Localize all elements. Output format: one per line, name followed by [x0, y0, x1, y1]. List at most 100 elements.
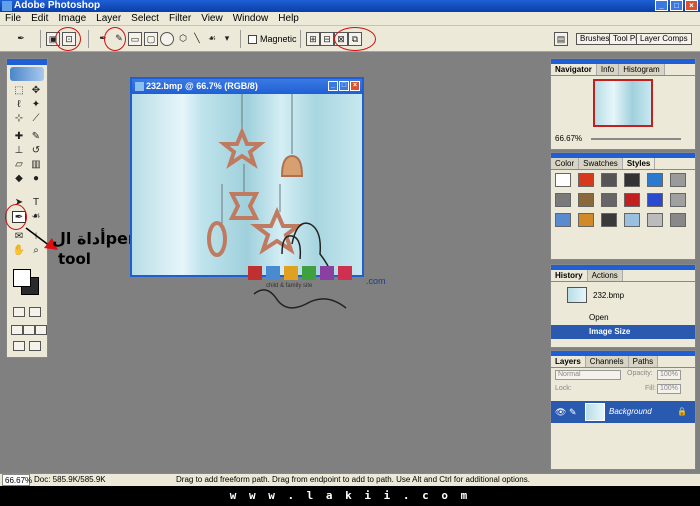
style-swatch[interactable]: [578, 213, 594, 227]
move-tool-icon[interactable]: ✥: [29, 85, 43, 97]
layer-comps-well[interactable]: Layer Comps: [636, 33, 692, 45]
maximize-button[interactable]: □: [670, 0, 683, 11]
menu-file[interactable]: File: [0, 12, 26, 25]
history-brush-icon[interactable]: ↺: [29, 145, 43, 157]
document-maximize-button[interactable]: □: [339, 81, 349, 91]
crop-tool-icon[interactable]: ⊹: [12, 113, 26, 125]
opacity-input[interactable]: 100%: [657, 370, 681, 380]
custom-shape-icon[interactable]: ☙: [205, 32, 219, 46]
polygon-icon[interactable]: ⬡: [176, 32, 190, 46]
blend-mode-select[interactable]: Normal: [555, 370, 621, 380]
healing-brush-icon[interactable]: ✚: [12, 131, 26, 143]
history-item-image-size[interactable]: Image Size: [551, 325, 695, 339]
tab-histogram[interactable]: Histogram: [619, 64, 665, 75]
dodge-tool-icon[interactable]: ●: [29, 173, 43, 185]
clone-stamp-icon[interactable]: ⊥: [12, 145, 26, 157]
pen-tool-preset-icon[interactable]: ✒: [14, 32, 28, 46]
imageready-jump-icon[interactable]: [13, 341, 25, 351]
screen-mode-standard-icon[interactable]: [11, 325, 23, 335]
tab-info[interactable]: Info: [596, 64, 620, 75]
menu-select[interactable]: Select: [126, 12, 164, 25]
brushes-well[interactable]: Brushes: [576, 33, 614, 45]
navigator-thumbnail[interactable]: [593, 79, 653, 127]
magnetic-option[interactable]: Magnetic: [248, 34, 297, 44]
gradient-tool-icon[interactable]: ▥: [29, 159, 43, 171]
tab-color[interactable]: Color: [551, 158, 580, 169]
marquee-tool-icon[interactable]: ⬚: [12, 85, 26, 97]
menu-edit[interactable]: Edit: [26, 12, 53, 25]
style-swatch[interactable]: [555, 193, 571, 207]
magic-wand-icon[interactable]: ✦: [29, 99, 43, 111]
check-icon[interactable]: [29, 341, 41, 351]
tab-layers[interactable]: Layers: [551, 356, 586, 367]
ellipse-icon[interactable]: [160, 32, 174, 46]
rectangle-icon[interactable]: ▭: [128, 32, 142, 46]
lasso-tool-icon[interactable]: ℓ: [12, 99, 26, 111]
document-minimize-button[interactable]: _: [328, 81, 338, 91]
style-swatch[interactable]: [555, 213, 571, 227]
style-swatch[interactable]: [601, 193, 617, 207]
toolbox-grip[interactable]: [7, 59, 47, 65]
minimize-button[interactable]: _: [655, 0, 668, 11]
line-icon[interactable]: ╲: [190, 32, 204, 46]
style-swatch[interactable]: [624, 213, 640, 227]
magnetic-checkbox[interactable]: [248, 34, 257, 44]
standard-mode-icon[interactable]: [13, 307, 25, 317]
layer-visibility-eye-icon[interactable]: 👁: [555, 407, 566, 418]
tab-actions[interactable]: Actions: [587, 270, 623, 281]
menu-view[interactable]: View: [196, 12, 228, 25]
tab-channels[interactable]: Channels: [585, 356, 629, 367]
status-zoom-input[interactable]: 66.67%: [2, 474, 32, 486]
eraser-tool-icon[interactable]: ▱: [12, 159, 26, 171]
style-swatch[interactable]: [670, 173, 686, 187]
menu-filter[interactable]: Filter: [164, 12, 196, 25]
quick-mask-icon[interactable]: [29, 307, 41, 317]
screen-mode-full-icon[interactable]: [35, 325, 47, 335]
lock-label: Lock:: [555, 385, 572, 392]
style-swatch[interactable]: [647, 173, 663, 187]
brush-tool-icon[interactable]: ✎: [29, 131, 43, 143]
blur-tool-icon[interactable]: ◆: [12, 173, 26, 185]
style-swatch[interactable]: [624, 193, 640, 207]
document-title-bar[interactable]: 232.bmp @ 66.7% (RGB/8) _ □ ×: [132, 79, 362, 94]
tab-history[interactable]: History: [551, 270, 588, 281]
style-swatch[interactable]: [670, 213, 686, 227]
tab-paths[interactable]: Paths: [628, 356, 659, 367]
menu-window[interactable]: Window: [228, 12, 274, 25]
menu-help[interactable]: Help: [273, 12, 304, 25]
file-browser-icon[interactable]: ▤: [554, 32, 568, 46]
style-swatch[interactable]: [647, 213, 663, 227]
image-canvas[interactable]: [132, 94, 362, 275]
history-item-open[interactable]: Open: [551, 311, 695, 325]
custom-shape-tool-icon[interactable]: ☙: [29, 211, 43, 223]
add-to-path-icon[interactable]: ⊞: [306, 32, 320, 46]
status-doc-size[interactable]: Doc: 585.9K/585.9K: [34, 474, 106, 486]
navigator-zoom[interactable]: 66.67%: [555, 134, 582, 143]
style-swatch[interactable]: [624, 173, 640, 187]
close-button[interactable]: ×: [685, 0, 698, 11]
menu-layer[interactable]: Layer: [91, 12, 126, 25]
history-snapshot-name[interactable]: 232.bmp: [593, 291, 624, 300]
style-swatch[interactable]: [601, 213, 617, 227]
tab-navigator[interactable]: Navigator: [551, 64, 597, 75]
tab-swatches[interactable]: Swatches: [579, 158, 623, 169]
style-swatch[interactable]: [647, 193, 663, 207]
screen-mode-menubar-icon[interactable]: [23, 325, 35, 335]
type-tool-icon[interactable]: T: [29, 197, 43, 209]
tab-styles[interactable]: Styles: [622, 158, 656, 169]
adobe-feather-icon[interactable]: [10, 67, 44, 81]
style-swatch[interactable]: [578, 173, 594, 187]
style-swatch[interactable]: [555, 173, 571, 187]
rounded-rectangle-icon[interactable]: ▢: [144, 32, 158, 46]
navigator-zoom-slider[interactable]: [591, 138, 681, 140]
style-swatch[interactable]: [670, 193, 686, 207]
shape-dropdown-icon[interactable]: ▾: [220, 32, 234, 46]
style-swatch[interactable]: [578, 193, 594, 207]
slice-tool-icon[interactable]: ⟋: [29, 113, 43, 125]
subtract-from-path-icon[interactable]: ⊟: [320, 32, 334, 46]
document-close-button[interactable]: ×: [350, 81, 360, 91]
foreground-color-swatch[interactable]: [13, 269, 31, 287]
fill-input[interactable]: 100%: [657, 384, 681, 394]
style-swatch[interactable]: [601, 173, 617, 187]
menu-image[interactable]: Image: [53, 12, 91, 25]
